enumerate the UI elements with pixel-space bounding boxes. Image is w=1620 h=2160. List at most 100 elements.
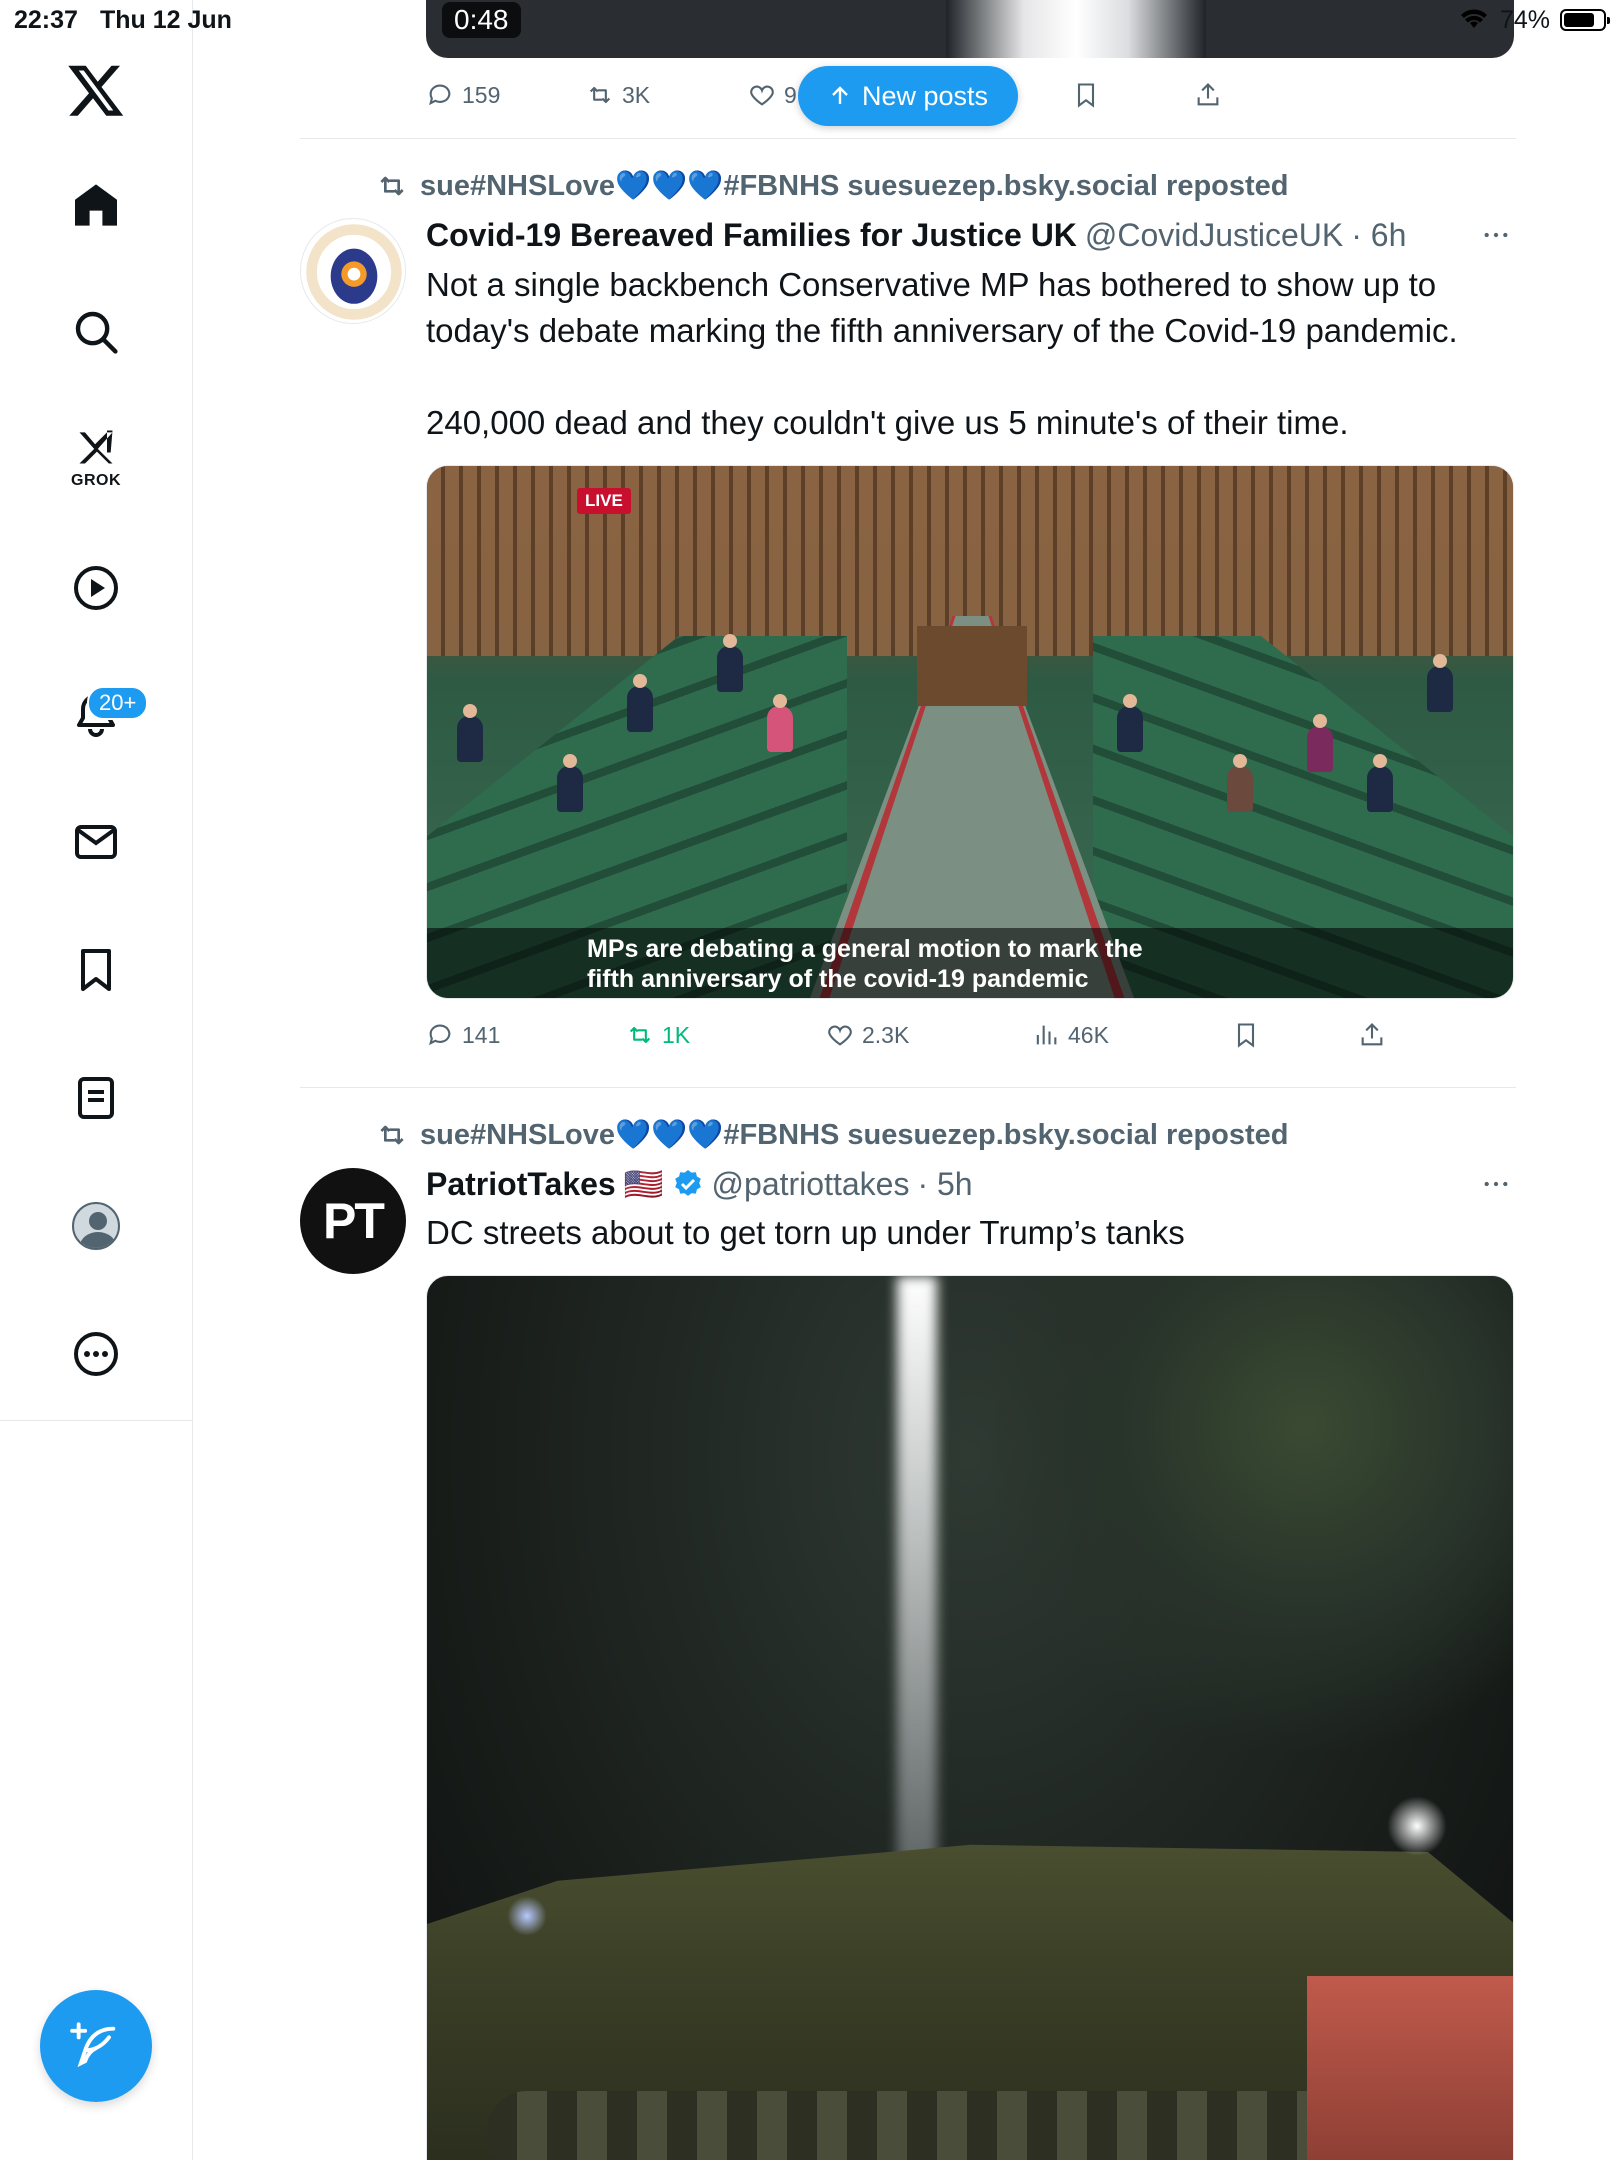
share-icon xyxy=(1361,1023,1383,1046)
post-text: DC streets about to get torn up under Tr… xyxy=(426,1214,1185,1251)
post-time[interactable]: · 6h xyxy=(1351,217,1406,254)
x-logo-icon[interactable] xyxy=(66,60,126,120)
covid-justice-logo-icon xyxy=(303,221,405,323)
bookmark-icon xyxy=(1237,1023,1255,1048)
like-count: 2.3K xyxy=(862,1021,910,1048)
repost-user: sue#NHSLove xyxy=(420,170,616,202)
street-light xyxy=(1387,1796,1447,1856)
bookmark-button[interactable] xyxy=(1072,75,1100,115)
battery-percentage: 74% xyxy=(1499,6,1550,34)
view-count: 46K xyxy=(1068,1021,1109,1048)
video-icon[interactable] xyxy=(66,558,126,618)
author-name[interactable]: Covid-19 Bereaved Families for Justice U… xyxy=(426,217,1077,254)
new-posts-button[interactable]: New posts xyxy=(798,66,1018,126)
bookmark-icon xyxy=(1077,83,1095,108)
repost-button[interactable]: 3K xyxy=(586,75,650,115)
grok-nav[interactable]: GROK xyxy=(60,425,132,490)
sidebar-divider xyxy=(0,1420,193,1421)
reply-button[interactable]: 141 xyxy=(426,1015,500,1055)
compose-button[interactable] xyxy=(40,1990,152,2102)
home-icon[interactable] xyxy=(66,175,126,235)
avatar-text: PT xyxy=(323,1193,385,1249)
tanks-video[interactable] xyxy=(426,1275,1514,2160)
repost-icon xyxy=(380,1125,404,1145)
repost-indicator: sue#NHSLove💙💙💙#FBNHS suesuezep.bsky.soci… xyxy=(376,1115,1289,1155)
post-divider xyxy=(300,138,1516,139)
wifi-icon xyxy=(1458,6,1490,37)
more-icon[interactable] xyxy=(1476,1164,1516,1204)
reply-count: 141 xyxy=(462,1021,501,1048)
live-badge: LIVE xyxy=(577,488,631,514)
status-bar: 22:37 Thu 12 Jun 74% xyxy=(0,0,1620,40)
share-button[interactable] xyxy=(1358,1015,1386,1055)
reply-count: 159 xyxy=(462,81,501,108)
search-icon[interactable] xyxy=(66,302,126,362)
arrow-up-icon xyxy=(832,86,848,104)
grok-icon xyxy=(79,430,113,464)
repost-icon xyxy=(589,86,611,104)
repost-count: 3K xyxy=(622,81,651,108)
views-icon xyxy=(1036,1025,1057,1045)
lists-icon[interactable] xyxy=(66,1068,126,1128)
author-handle[interactable]: @CovidJusticeUK xyxy=(1085,217,1343,254)
patriottakes-avatar[interactable]: PT xyxy=(300,1168,406,1274)
profile-nav[interactable] xyxy=(66,1196,126,1256)
repost-button[interactable]: 1K xyxy=(626,1015,690,1055)
covid-justice-avatar[interactable] xyxy=(300,218,406,324)
repost-suffix: #FBNHS suesuezep.bsky.social reposted xyxy=(723,170,1289,202)
house-of-commons-image[interactable]: LIVE MPs are debating a general motion t… xyxy=(426,465,1514,999)
more-icon[interactable] xyxy=(1476,215,1516,255)
repost-hearts: 💙💙💙 xyxy=(615,1119,724,1151)
like-button[interactable]: 2.3K xyxy=(826,1015,909,1055)
timeline-feed: 0:48 159 3K 9 New posts sue#NHSLove💙💙💙#F xyxy=(300,0,1516,2160)
us-flag-icon: 🇺🇸 xyxy=(623,1166,664,1202)
grok-label: GROK xyxy=(71,472,121,489)
repost-hearts: 💙💙💙 xyxy=(615,170,724,202)
bookmark-button[interactable] xyxy=(1232,1015,1260,1055)
reply-button[interactable]: 159 xyxy=(426,75,500,115)
police-light xyxy=(507,1896,547,1936)
new-posts-label: New posts xyxy=(861,80,989,111)
battery-icon xyxy=(1560,9,1610,31)
post-header: Covid-19 Bereaved Families for Justice U… xyxy=(426,214,1406,256)
tank-track xyxy=(487,2091,1387,2160)
notifications-badge: 20+ xyxy=(87,686,149,720)
transport-truck xyxy=(1307,1976,1513,2160)
heart-icon xyxy=(828,1025,852,1046)
post-actions: 141 1K 2.3K 46K xyxy=(426,1015,1514,1055)
like-count: 9 xyxy=(784,81,797,108)
status-time: 22:37 xyxy=(14,6,78,34)
repost-count: 1K xyxy=(662,1021,691,1048)
author-handle[interactable]: @patriottakes xyxy=(712,1166,910,1203)
media-caption: MPs are debating a general motion to mar… xyxy=(427,928,1513,998)
repost-user: sue#NHSLove xyxy=(420,1119,616,1151)
profile-avatar-icon xyxy=(72,1202,120,1250)
post-divider xyxy=(300,1087,1516,1088)
like-button[interactable]: 9 xyxy=(748,75,797,115)
repost-suffix: #FBNHS suesuezep.bsky.social reposted xyxy=(723,1119,1289,1151)
repost-icon xyxy=(629,1026,651,1044)
bookmarks-icon[interactable] xyxy=(66,940,126,1000)
compose-feather-icon xyxy=(70,2022,116,2068)
post-text: Not a single backbench Conservative MP h… xyxy=(426,266,1458,441)
views-button[interactable]: 46K xyxy=(1032,1015,1109,1055)
post-time[interactable]: · 5h xyxy=(917,1166,972,1203)
dispatch-table xyxy=(917,626,1027,706)
tree-foliage xyxy=(993,1276,1513,1776)
repost-icon xyxy=(380,176,404,196)
post-header: PatriotTakes 🇺🇸 @patriottakes · 5h xyxy=(426,1163,973,1205)
light-beam xyxy=(897,1276,937,1926)
share-button[interactable] xyxy=(1194,75,1222,115)
more-options-icon[interactable] xyxy=(66,1324,126,1384)
reply-icon xyxy=(429,1024,451,1046)
messages-icon[interactable] xyxy=(66,812,126,872)
verified-badge-icon xyxy=(674,1170,701,1196)
sidebar: GROK 20+ xyxy=(0,0,193,2160)
caption-line-2: fifth anniversary of the covid-19 pandem… xyxy=(587,965,1089,993)
share-icon xyxy=(1197,83,1219,106)
reply-icon xyxy=(429,84,451,106)
status-date: Thu 12 Jun xyxy=(100,6,232,34)
caption-line-1: MPs are debating a general motion to mar… xyxy=(587,935,1143,963)
heart-icon xyxy=(750,85,774,106)
author-name[interactable]: PatriotTakes xyxy=(426,1166,616,1203)
